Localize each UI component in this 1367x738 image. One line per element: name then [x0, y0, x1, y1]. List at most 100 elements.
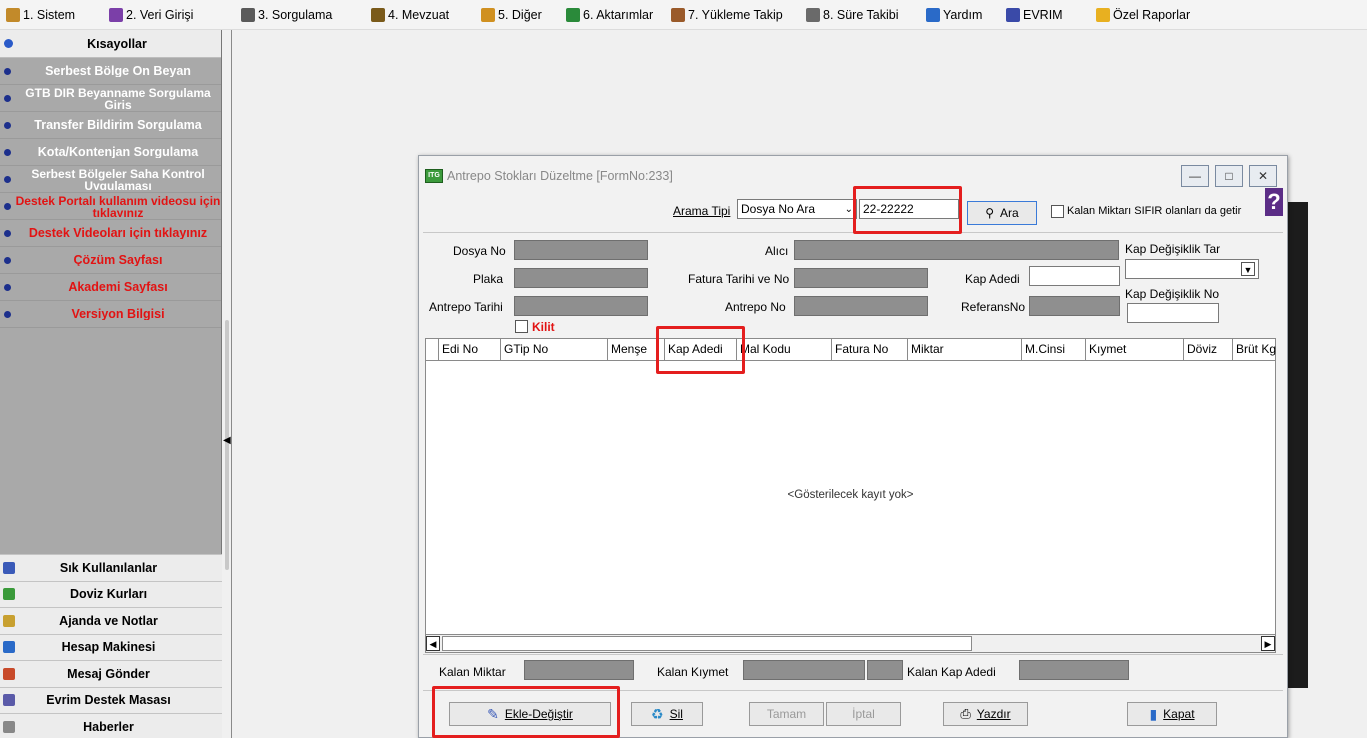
shortcut-item[interactable]: GTB DIR Beyanname Sorgulama Giriş: [0, 85, 221, 112]
cancel-button[interactable]: İptal: [826, 702, 901, 726]
shortcuts-header[interactable]: Kısayollar: [0, 30, 221, 58]
help-icon: [926, 7, 940, 22]
zero-remaining-checkbox[interactable]: [1051, 205, 1064, 218]
sidebar-panel[interactable]: Evrim Destek Masası: [0, 686, 222, 713]
shortcut-item[interactable]: Akademi Sayfası: [0, 274, 221, 301]
shortcut-item[interactable]: Çözüm Sayfası: [0, 247, 221, 274]
sidebar-panel[interactable]: Doviz Kurları: [0, 580, 222, 607]
panel-icon: [3, 720, 15, 733]
close-dialog-button[interactable]: ▮ Kapat: [1127, 702, 1217, 726]
sidebar-panel[interactable]: Hesap Makinesi: [0, 633, 222, 660]
menu-item-10[interactable]: EVRIM: [1002, 3, 1092, 27]
lock-checkbox[interactable]: [515, 320, 528, 333]
shortcut-item[interactable]: Serbest Bölge Ön Beyan: [0, 58, 221, 85]
other-icon: [481, 7, 495, 22]
menu-item-11[interactable]: Özel Raporlar: [1092, 3, 1212, 27]
query-icon: [241, 7, 255, 22]
grid-column-header[interactable]: Kıymet: [1085, 339, 1183, 361]
empty-grid-message: <Gösterilecek kayıt yok>: [787, 489, 914, 501]
bullet-icon: [4, 175, 11, 183]
menu-item-label: 2. Veri Girişi: [126, 7, 194, 22]
shortcut-item[interactable]: Destek Videoları için tıklayınız: [0, 220, 221, 247]
minimize-button[interactable]: —: [1181, 165, 1209, 187]
star-icon: [1096, 7, 1110, 22]
menu-item-7[interactable]: 7. Yükleme Takip: [667, 3, 802, 27]
sidebar-panel[interactable]: Mesaj Gönder: [0, 660, 222, 687]
legislation-icon: [371, 7, 385, 22]
grid-column-header[interactable]: Brüt Kg: [1232, 339, 1277, 361]
panel-label: Hesap Makinesi: [61, 640, 156, 655]
menu-item-2[interactable]: 2. Veri Girişi: [105, 3, 237, 27]
package-change-date-label: Kap Değişiklik Tar: [1125, 242, 1221, 256]
menu-item-5[interactable]: 5. Diğer: [477, 3, 562, 27]
remaining-quantity-field: [524, 660, 634, 680]
warehouse-no-field: [794, 296, 928, 316]
shortcut-item[interactable]: Transfer Bildirim Sorgulama: [0, 112, 221, 139]
close-button[interactable]: ✕: [1249, 165, 1277, 187]
shortcuts-title: Kısayollar: [87, 36, 147, 51]
horizontal-scrollbar[interactable]: ◀ ▶: [426, 634, 1275, 652]
grid-column-header[interactable]: Miktar: [907, 339, 1021, 361]
search-button[interactable]: ⚲ Ara: [967, 201, 1037, 225]
transfer-icon: [566, 7, 580, 22]
reference-no-label: ReferansNo: [961, 300, 1026, 314]
ok-button[interactable]: Tamam: [749, 702, 824, 726]
scroll-left-icon[interactable]: ◀: [426, 636, 440, 651]
panel-label: Evrim Destek Masası: [46, 693, 171, 708]
dropdown-arrow-icon: ▼: [1241, 262, 1255, 276]
separator: [423, 654, 1283, 655]
shortcut-item[interactable]: Serbest Bölgeler Saha Kontrol Uygulaması: [0, 166, 221, 193]
grid-column-header[interactable]: M.Cinsi: [1021, 339, 1085, 361]
grid-column-header[interactable]: Edi No: [438, 339, 500, 361]
menu-item-label: Özel Raporlar: [1113, 7, 1191, 22]
scroll-thumb[interactable]: [442, 636, 972, 651]
grid-column-header[interactable]: Döviz: [1183, 339, 1232, 361]
package-count-input[interactable]: [1029, 266, 1120, 286]
stock-grid[interactable]: Edi No GTip No Menşe Kap Adedi Mal Kodu Fatur…: [425, 338, 1276, 653]
shortcut-item[interactable]: Destek Portalı kullanım videosu için tık…: [0, 193, 221, 220]
magnifier-icon: ⚲: [985, 206, 995, 220]
shortcut-item[interactable]: Kota/Kontenjan Sorgulama: [0, 139, 221, 166]
warehouse-date-label: Antrepo Tarihi: [429, 300, 503, 314]
invoice-date-label: Fatura Tarihi ve No: [688, 272, 790, 286]
menu-item-1[interactable]: 1. Sistem: [2, 3, 105, 27]
grid-column-header[interactable]: Fatura No: [831, 339, 907, 361]
lock-label: Kilit: [532, 320, 555, 334]
bullet-icon: [4, 121, 11, 129]
search-type-select[interactable]: Dosya No Ara ⌄: [737, 199, 857, 219]
search-button-label: Ara: [1000, 206, 1019, 220]
shortcut-label: Destek Videoları için tıklayınız: [28, 227, 208, 239]
maximize-button[interactable]: □: [1215, 165, 1243, 187]
collapse-arrow-icon[interactable]: ◀: [223, 435, 231, 446]
printer-icon: ⎙: [960, 706, 971, 721]
scroll-right-icon[interactable]: ▶: [1261, 636, 1275, 651]
grid-column-header[interactable]: Mal Kodu: [736, 339, 831, 361]
sidebar-splitter[interactable]: ◀: [222, 30, 232, 738]
menu-item-3[interactable]: 3. Sorgulama: [237, 3, 367, 27]
menu-item-9[interactable]: Yardım: [922, 3, 1002, 27]
help-icon[interactable]: ?: [1265, 188, 1283, 216]
sidebar-panel[interactable]: Ajanda ve Notlar: [0, 607, 222, 634]
print-button[interactable]: ⎙ Yazdır: [943, 702, 1028, 726]
panel-icon: [3, 561, 15, 574]
package-change-no-input[interactable]: [1127, 303, 1219, 323]
sidebar-panel[interactable]: Haberler: [0, 713, 222, 738]
search-type-label: Arama Tipi: [673, 204, 731, 218]
menu-item-6[interactable]: 6. Aktarımlar: [562, 3, 667, 27]
invoice-date-field: [794, 268, 928, 288]
menu-item-label: 3. Sorgulama: [258, 7, 333, 22]
sidebar-panel[interactable]: Sık Kullanılanlar: [0, 554, 222, 581]
package-change-date-picker[interactable]: ▼: [1125, 259, 1259, 279]
shortcut-item[interactable]: Versiyon Bilgisi: [0, 301, 221, 328]
dialog-title: Antrepo Stokları Düzeltme [FormNo:233]: [447, 169, 673, 183]
grid-column-header[interactable]: GTip No: [500, 339, 607, 361]
shortcut-label: Serbest Bölgeler Saha Kontrol Uygulaması: [31, 168, 205, 190]
window-buttons: — □ ✕: [1181, 165, 1277, 187]
bullet-icon: [4, 229, 11, 237]
remaining-value-field: [743, 660, 865, 680]
delete-button[interactable]: ♻ Sil: [631, 702, 703, 726]
menu-item-4[interactable]: 4. Mevzuat: [367, 3, 477, 27]
menu-item-8[interactable]: 8. Süre Takibi: [802, 3, 922, 27]
close-dialog-label: Kapat: [1163, 707, 1195, 721]
menu-item-label: 7. Yükleme Takip: [688, 7, 783, 22]
